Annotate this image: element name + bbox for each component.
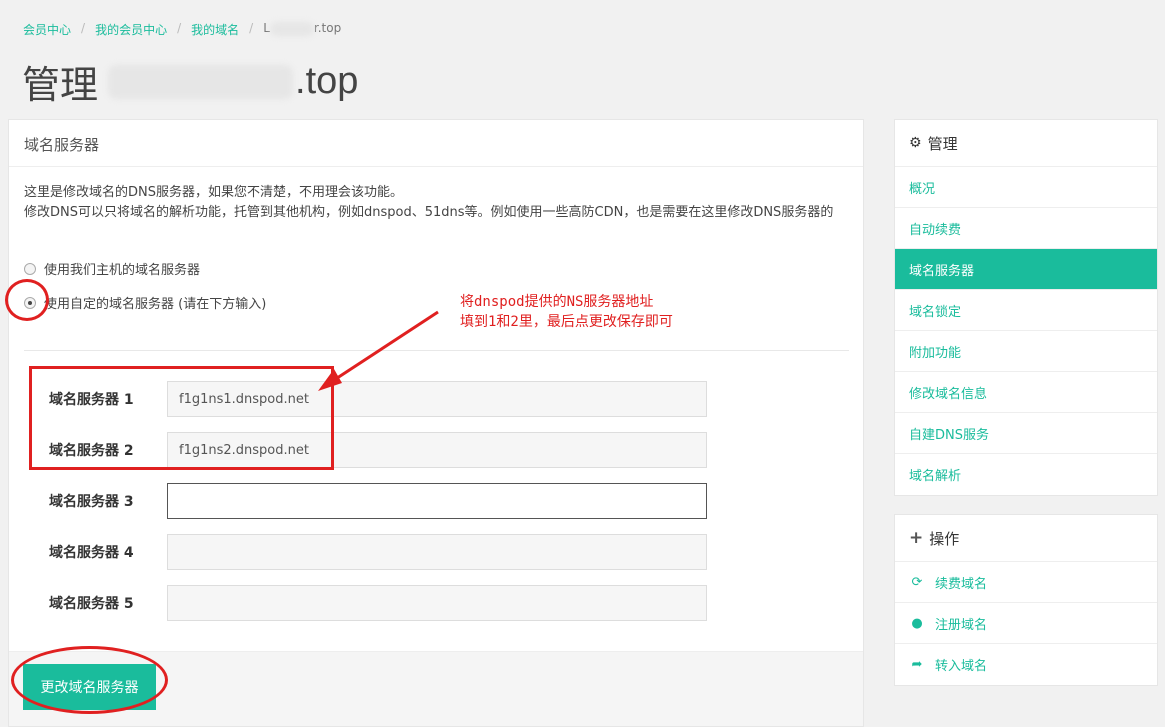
annotation-arrow: [318, 310, 439, 391]
